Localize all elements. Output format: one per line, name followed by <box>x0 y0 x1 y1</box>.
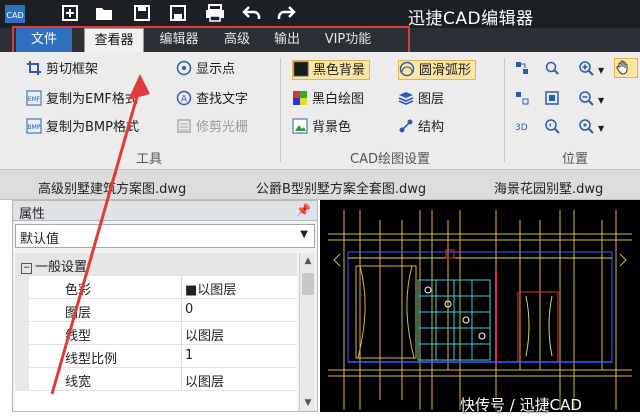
watermark: 快传号 / 迅捷CAD <box>460 396 582 414</box>
annotation-arrow <box>50 74 150 395</box>
